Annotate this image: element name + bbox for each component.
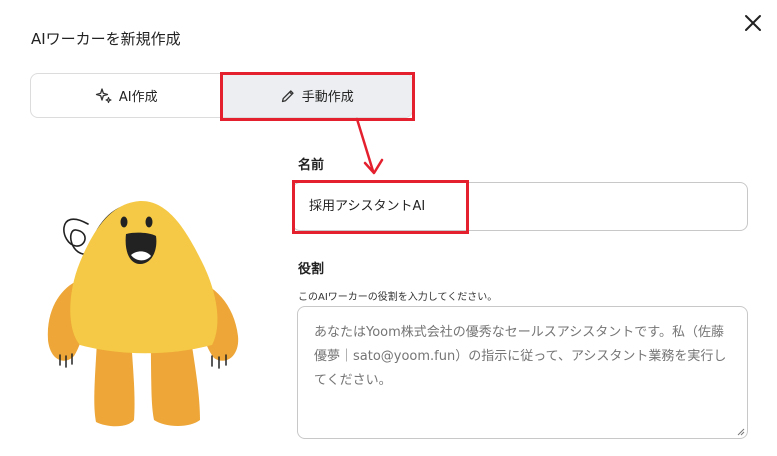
dialog-title: AIワーカーを新規作成: [31, 30, 181, 48]
tab-ai-create[interactable]: AI作成: [31, 74, 222, 117]
sparkle-icon: [95, 87, 112, 103]
tab-ai-create-label: AI作成: [118, 90, 158, 105]
name-field[interactable]: 採用アシスタントAI: [292, 182, 748, 231]
mode-tabs: AI作成 手動作成: [30, 73, 413, 118]
tab-manual-create[interactable]: 手動作成: [221, 74, 412, 117]
role-field[interactable]: [297, 306, 748, 439]
role-helper-text: このAIワーカーの役割を入力してください。: [298, 292, 498, 303]
name-label: 名前: [298, 158, 325, 173]
resize-grip-icon[interactable]: [736, 427, 745, 436]
mascot-illustration: [47, 200, 239, 427]
pencil-icon: [281, 89, 294, 102]
close-icon[interactable]: [742, 12, 764, 34]
tab-manual-create-label: 手動作成: [301, 90, 354, 105]
role-label: 役割: [298, 262, 325, 277]
